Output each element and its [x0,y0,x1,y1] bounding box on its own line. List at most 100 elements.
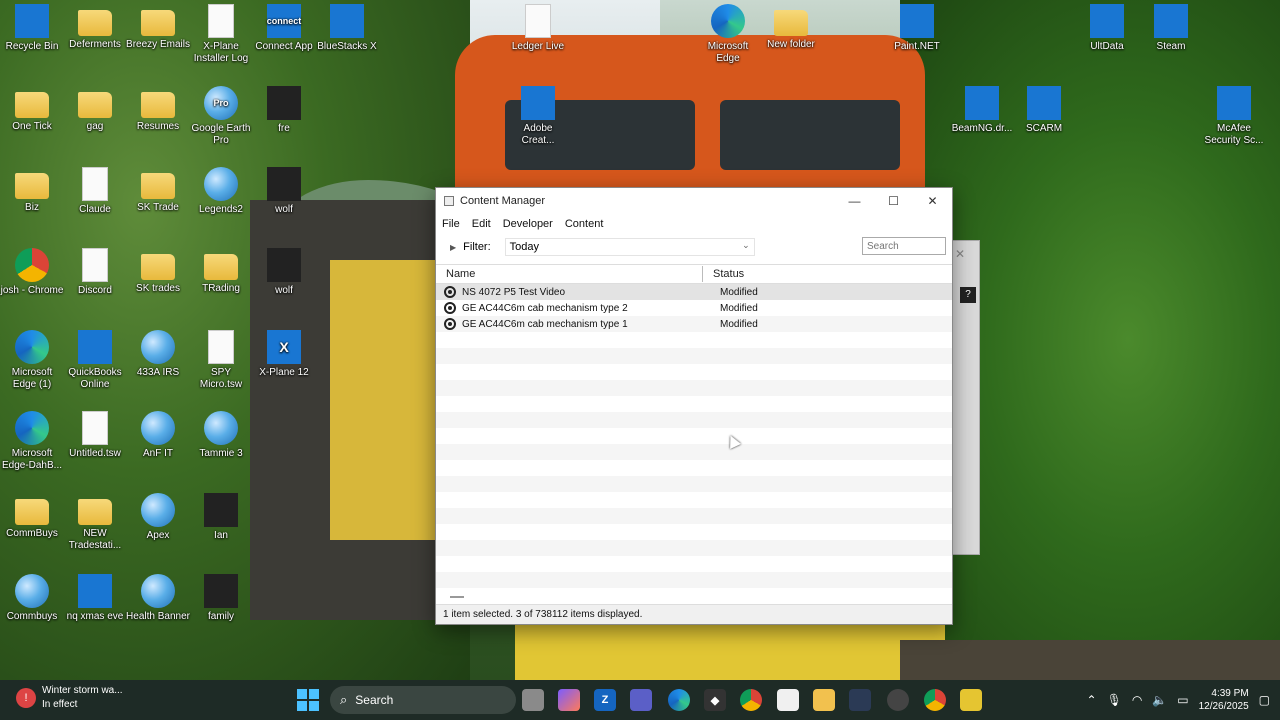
file-explorer-icon[interactable] [813,689,835,711]
desktop-shortcut[interactable]: connect Connect App [252,4,316,53]
chevron-up-icon[interactable]: ⌃ [1087,693,1097,707]
desktop-shortcut[interactable]: TRading [189,248,253,295]
desktop-shortcut[interactable]: QuickBooks Online [63,330,127,391]
desktop-shortcut[interactable]: Deferments [63,4,127,51]
desktop-shortcut[interactable]: UltData [1075,4,1139,53]
desktop-shortcut[interactable]: SPY Micro.tsw [189,330,253,391]
desktop-shortcut[interactable]: Recycle Bin [0,4,64,53]
desktop-shortcut[interactable]: Ian [189,493,253,542]
task-view-icon[interactable] [522,689,544,711]
desktop-shortcut[interactable]: Legends2 [189,167,253,216]
microphone-icon[interactable]: 🎙 [1107,693,1122,707]
desktop-shortcut-label: Claude [79,204,111,215]
desktop-shortcut[interactable]: Untitled.tsw [63,411,127,460]
desktop-shortcut[interactable]: Resumes [126,86,190,133]
desktop-shortcut[interactable]: One Tick [0,86,64,133]
desktop-shortcut-label: Recycle Bin [5,41,59,52]
list-item[interactable]: GE AC44C6m cab mechanism type 2 Modified [436,300,952,316]
list-item[interactable]: NS 4072 P5 Test Video Modified [436,284,952,300]
content-manager-window: Content Manager — ☐ ✕ File Edit Develope… [435,187,953,625]
connect-app-icon: connect [267,4,301,38]
desktop-shortcut[interactable]: Adobe Creat... [506,86,570,147]
desktop-shortcut[interactable]: Pro Google Earth Pro [189,86,253,147]
desktop-shortcut[interactable]: Health Banner [126,574,190,623]
copilot-icon[interactable] [558,689,580,711]
battery-icon[interactable]: ▭ [1177,693,1188,707]
desktop-shortcut[interactable]: Commbuys [0,574,64,623]
desktop-shortcut[interactable]: BlueStacks X [315,4,379,53]
menu-content[interactable]: Content [565,218,604,230]
background-window[interactable]: ✕ ? [950,240,980,555]
menu-edit[interactable]: Edit [472,218,491,230]
app-taskbar-icon[interactable] [887,689,909,711]
filter-dropdown[interactable]: Today ⌄ [504,238,755,256]
desktop-shortcut[interactable]: gag [63,86,127,133]
desktop-shortcut[interactable]: Breezy Emails [126,4,190,51]
list-item[interactable]: GE AC44C6m cab mechanism type 1 Modified [436,316,952,332]
azure-icon[interactable]: Z [594,689,616,711]
weather-widget[interactable]: ! Winter storm wa... In effect [16,684,123,712]
search-input[interactable] [862,237,946,255]
column-header-status[interactable]: Status [703,268,744,280]
desktop-shortcut[interactable]: CommBuys [0,493,64,540]
horizontal-scrollbar[interactable] [450,596,464,598]
teams-icon[interactable] [630,689,652,711]
desktop-shortcut[interactable]: Ledger Live [506,4,570,53]
menu-developer[interactable]: Developer [503,218,553,230]
start-button[interactable] [297,689,319,711]
help-icon[interactable]: ? [960,287,976,303]
chrome-profile-taskbar-icon[interactable] [924,689,946,711]
close-icon[interactable]: ✕ [955,247,965,261]
desktop-shortcut[interactable]: 433A IRS [126,330,190,379]
desktop-shortcut[interactable]: Tammie 3 [189,411,253,460]
store-icon[interactable] [777,689,799,711]
desktop-shortcut[interactable]: Microsoft Edge [696,4,760,65]
unity-icon[interactable]: ◆ [704,689,726,711]
maximize-button[interactable]: ☐ [874,188,913,214]
item-status: Modified [720,302,758,314]
train-sim-taskbar-icon[interactable] [960,689,982,711]
desktop-shortcut[interactable]: wolf [252,248,316,297]
speaker-icon[interactable]: 🔈 [1152,693,1167,707]
desktop-shortcut[interactable]: New folder [759,4,823,51]
desktop-shortcut[interactable]: Microsoft Edge (1) [0,330,64,391]
wifi-icon[interactable]: ◠ [1132,693,1142,707]
expand-filter-icon[interactable]: ▶ [450,243,456,252]
chrome-taskbar-icon[interactable] [740,689,762,711]
close-button[interactable]: ✕ [913,188,952,214]
desktop-shortcut[interactable]: X X-Plane 12 [252,330,316,379]
minimize-button[interactable]: — [835,188,874,214]
desktop-shortcut[interactable]: Steam [1139,4,1203,53]
desktop-shortcut[interactable]: McAfee Security Sc... [1202,86,1266,147]
item-name: NS 4072 P5 Test Video [462,286,566,298]
clock[interactable]: 4:39 PM 12/26/2025 [1199,687,1249,713]
desktop-shortcut[interactable]: Apex [126,493,190,542]
edge-taskbar-icon[interactable] [668,689,690,711]
desktop-shortcut[interactable]: SCARM [1012,86,1076,135]
paintnet-taskbar-icon[interactable] [849,689,871,711]
desktop-shortcut[interactable]: NEW Tradestati... [63,493,127,552]
desktop-shortcut[interactable]: family [189,574,253,623]
desktop-shortcut[interactable]: wolf [252,167,316,216]
desktop-shortcut[interactable]: nq xmas eve [63,574,127,623]
taskbar-search[interactable]: ⌕ Search [330,686,516,714]
desktop-shortcut[interactable]: Claude [63,167,127,216]
desktop-shortcut[interactable]: AnF IT [126,411,190,460]
desktop-shortcut[interactable]: Biz [0,167,64,214]
desktop-shortcut[interactable]: Paint.NET [885,4,949,53]
desktop-shortcut[interactable]: Microsoft Edge-DahB... [0,411,64,472]
desktop-shortcut-label: Resumes [136,121,180,132]
desktop-shortcut[interactable]: SK Trade [126,167,190,214]
desktop-shortcut[interactable]: Discord [63,248,127,297]
image-icon [78,574,112,608]
notifications-icon[interactable]: ▢ [1259,693,1270,707]
desktop-shortcut[interactable]: X-Plane Installer Log [189,4,253,65]
window-titlebar[interactable]: Content Manager — ☐ ✕ [436,188,952,214]
column-header-name[interactable]: Name [436,266,703,282]
desktop-shortcut[interactable]: BeamNG.dr... [950,86,1014,135]
document-icon [82,411,108,445]
desktop-shortcut[interactable]: SK trades [126,248,190,295]
menu-file[interactable]: File [442,218,460,230]
desktop-shortcut[interactable]: fre [252,86,316,135]
desktop-shortcut[interactable]: josh - Chrome [0,248,64,297]
